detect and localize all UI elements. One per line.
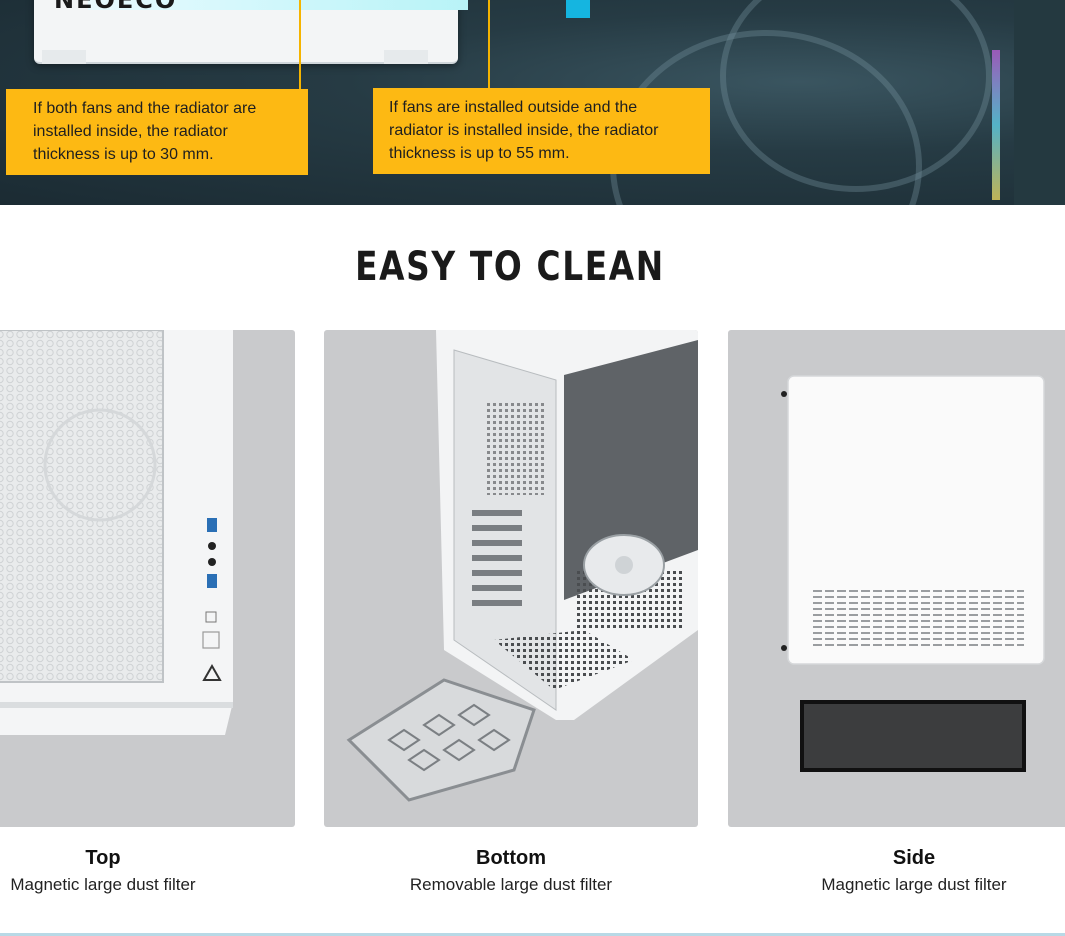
filter-subtitle-bottom: Removable large dust filter bbox=[409, 875, 613, 894]
filter-title-side: Side bbox=[892, 847, 936, 869]
blue-accent-block bbox=[566, 0, 590, 18]
callout-outside: If fans are installed outside and the ra… bbox=[373, 88, 710, 174]
callout-line: radiator is installed inside, the radiat… bbox=[389, 122, 659, 139]
filter-subtitle-side: Magnetic large dust filter bbox=[821, 875, 1007, 894]
brand-logo-text: NEOECO bbox=[54, 0, 178, 14]
callout-line: thickness is up to 30 mm. bbox=[33, 146, 214, 163]
background-shade bbox=[1014, 0, 1065, 205]
filter-subtitle-top: Magnetic large dust filter bbox=[10, 875, 196, 894]
case-top-illustration bbox=[0, 330, 233, 735]
callout-line: thickness is up to 55 mm. bbox=[389, 145, 570, 162]
callout-line: installed inside, the radiator bbox=[33, 123, 228, 140]
pointer-line bbox=[488, 0, 490, 90]
pointer-line bbox=[299, 0, 301, 90]
case-bottom-illustration bbox=[346, 330, 698, 802]
rgb-strip-graphic bbox=[992, 50, 1000, 200]
side-panel-illustration bbox=[781, 375, 1045, 772]
callout-line: If fans are installed outside and the bbox=[389, 99, 638, 116]
section-title: EASY TO CLEAN bbox=[355, 244, 665, 290]
case-foot bbox=[42, 50, 86, 64]
filter-title-top: Top bbox=[85, 847, 121, 869]
callout-inside: If both fans and the radiator are instal… bbox=[6, 89, 308, 175]
case-foot bbox=[384, 50, 428, 64]
side-filter-image bbox=[728, 330, 1065, 827]
bottom-filter-image bbox=[324, 330, 698, 827]
callout-line: If both fans and the radiator are bbox=[33, 100, 257, 117]
top-filter-image bbox=[0, 330, 295, 827]
hero-banner: NEOECO If both fans and the radiator are… bbox=[0, 0, 1065, 205]
filter-title-bottom: Bottom bbox=[476, 847, 546, 869]
